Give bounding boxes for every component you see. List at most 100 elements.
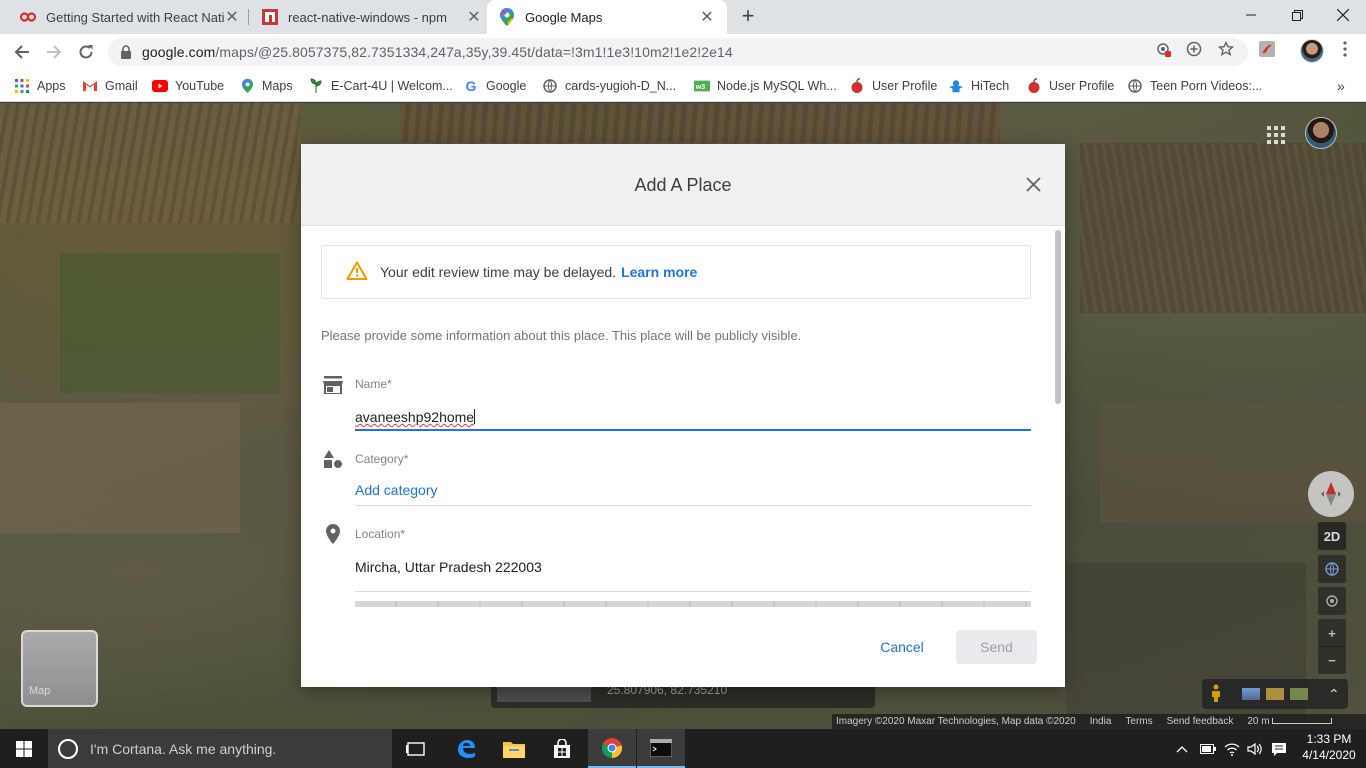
store-icon[interactable]	[538, 729, 586, 768]
address-bar[interactable]: google.com/maps/@25.8057375,82.7351334,2…	[108, 38, 1248, 66]
back-button[interactable]	[10, 40, 34, 64]
edge-icon[interactable]	[442, 729, 490, 768]
cortana-search-box[interactable]: I'm Cortana. Ask me anything.	[48, 729, 392, 768]
bookmark-label: E-Cart-4U | Welcom...	[331, 79, 453, 93]
hitech-icon	[948, 78, 964, 94]
location-value[interactable]: Mircha, Uttar Pradesh 222003	[355, 559, 542, 575]
bookmark-cards-yugioh[interactable]: cards-yugioh-D_N...	[542, 76, 676, 96]
close-window-button[interactable]	[1320, 0, 1366, 30]
volume-icon[interactable]	[1247, 729, 1263, 768]
bookmark-user-profile[interactable]: User Profile	[849, 76, 937, 96]
bookmark-label: HiTech	[971, 79, 1010, 93]
cancel-button[interactable]: Cancel	[867, 630, 937, 664]
file-explorer-icon[interactable]	[490, 729, 538, 768]
bookmark-user-profile-2[interactable]: User Profile	[1026, 76, 1114, 96]
cc-icon	[20, 9, 36, 25]
notification-icon[interactable]	[1271, 729, 1287, 768]
add-category-link[interactable]: Add category	[355, 482, 438, 498]
category-underline	[355, 505, 1031, 506]
tab-label: Getting Started with React Native	[46, 9, 224, 25]
bookmarks-bar: Apps Gmail YouTube Maps E-Cart-4U | Welc…	[0, 70, 1366, 102]
tab-react-native[interactable]: Getting Started with React Native ✕	[8, 0, 252, 34]
ecart-icon	[308, 78, 324, 94]
bookmark-gmail[interactable]: Gmail	[82, 76, 138, 96]
gmail-icon	[82, 78, 98, 94]
battery-icon[interactable]	[1200, 729, 1216, 768]
apple-icon	[849, 78, 865, 94]
bookmark-nodejs-mysql[interactable]: w3 Node.js MySQL Wh...	[694, 76, 837, 96]
add-place-dialog: Add A Place Your edit review time may be…	[301, 144, 1065, 687]
storefront-icon	[323, 375, 343, 395]
clock-date: 4/14/2020	[1302, 748, 1356, 762]
wifi-icon[interactable]	[1224, 729, 1240, 768]
location-pin-icon	[323, 524, 343, 544]
location-map-preview[interactable]	[355, 601, 1031, 607]
bookmark-ecart[interactable]: E-Cart-4U | Welcom...	[308, 76, 453, 96]
bookmark-maps[interactable]: Maps	[239, 76, 293, 96]
cortana-icon	[58, 738, 78, 759]
restore-button[interactable]	[1274, 0, 1320, 30]
tab-label: Google Maps	[525, 9, 603, 25]
dialog-header: Add A Place	[301, 144, 1065, 226]
windows-taskbar: I'm Cortana. Ask me anything. 1:33 PM 4/…	[0, 729, 1366, 768]
bookmark-label: Apps	[37, 79, 66, 93]
google-g-icon: G	[465, 78, 477, 94]
bookmark-hitech[interactable]: HiTech	[948, 76, 1009, 96]
close-icon[interactable]	[1021, 172, 1045, 196]
name-input-underline	[355, 429, 1031, 431]
clock-time: 1:33 PM	[1306, 732, 1352, 746]
npm-icon	[262, 9, 278, 25]
tray-chevron-icon[interactable]	[1176, 729, 1188, 768]
bookmark-label: Teen Porn Videos:...	[1150, 79, 1263, 93]
minimize-button[interactable]	[1228, 0, 1274, 30]
profile-avatar[interactable]	[1300, 39, 1324, 63]
maps-pin-icon	[499, 8, 515, 26]
name-input[interactable]: avaneeshp92home	[355, 409, 476, 425]
lock-icon[interactable]	[120, 45, 134, 59]
name-label: Name*	[355, 377, 392, 391]
reload-button[interactable]	[74, 40, 98, 64]
bookmark-teen-videos[interactable]: Teen Porn Videos:...	[1127, 76, 1262, 96]
warning-text: Your edit review time may be delayed.	[380, 264, 617, 280]
apps-grid-icon	[14, 78, 30, 94]
close-tab-icon[interactable]: ✕	[224, 7, 240, 27]
warning-icon	[346, 261, 368, 283]
send-button[interactable]: Send	[956, 630, 1037, 664]
chrome-icon[interactable]	[588, 729, 636, 768]
bookmark-label: Gmail	[105, 79, 138, 93]
dialog-scrollbar[interactable]	[1055, 230, 1061, 404]
bookmark-label: cards-yugioh-D_N...	[565, 79, 677, 93]
close-tab-icon[interactable]: ✕	[699, 7, 715, 27]
pdf-extension-icon[interactable]	[1258, 40, 1276, 58]
tab-separator	[248, 9, 249, 25]
svg-text:w3: w3	[695, 83, 706, 91]
youtube-icon	[152, 78, 168, 94]
new-tab-button[interactable]: +	[737, 5, 759, 27]
bookmark-apps[interactable]: Apps	[14, 76, 66, 96]
add-install-icon[interactable]	[1185, 40, 1203, 58]
bookmark-google[interactable]: G Google	[463, 76, 527, 96]
more-bookmarks-chevron-icon[interactable]: »	[1337, 76, 1345, 96]
system-clock[interactable]: 1:33 PM 4/14/2020	[1294, 731, 1364, 763]
bookmark-star-icon[interactable]	[1217, 40, 1235, 58]
bookmark-label: Maps	[262, 79, 293, 93]
dialog-body[interactable]: Your edit review time may be delayed. Le…	[301, 227, 1065, 607]
learn-more-link[interactable]: Learn more	[621, 264, 697, 280]
forward-button[interactable]	[42, 40, 66, 64]
menu-dots-icon[interactable]	[1336, 40, 1354, 58]
bookmark-label: YouTube	[175, 79, 225, 93]
bookmark-youtube[interactable]: YouTube	[152, 76, 224, 96]
location-blocked-icon[interactable]	[1154, 40, 1172, 58]
url-text: google.com/maps/@25.8057375,82.7351334,2…	[142, 44, 733, 60]
terminal-icon[interactable]	[637, 729, 685, 768]
task-view-icon[interactable]	[392, 729, 440, 768]
bookmark-label: User Profile	[872, 79, 938, 93]
tab-google-maps[interactable]: Google Maps ✕	[487, 0, 727, 34]
dialog-title: Add A Place	[634, 175, 732, 195]
tab-npm[interactable]: react-native-windows - npm ✕	[250, 0, 494, 34]
close-tab-icon[interactable]: ✕	[466, 7, 482, 27]
location-underline	[355, 591, 1031, 592]
bookmark-label: User Profile	[1049, 79, 1115, 93]
windows-start-icon[interactable]	[0, 729, 48, 768]
category-label: Category*	[355, 452, 409, 466]
